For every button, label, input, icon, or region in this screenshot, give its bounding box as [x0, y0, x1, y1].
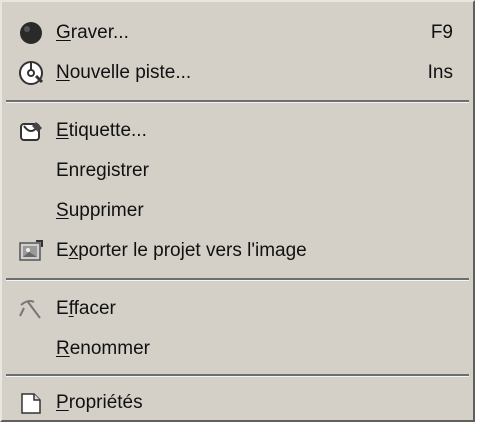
- menu-separator: [6, 278, 469, 281]
- menu-item-label: Graver...: [56, 22, 129, 43]
- menu-item-proprietes[interactable]: Propriétés: [8, 386, 467, 420]
- menu-item-enregistrer[interactable]: Enregistrer: [8, 154, 467, 188]
- menu-item-etiquette[interactable]: Etiquette...: [8, 114, 467, 148]
- menu-item-label: Effacer: [56, 298, 116, 319]
- menu-item-effacer[interactable]: Effacer: [8, 292, 467, 326]
- menu-separator: [6, 374, 469, 377]
- label-icon: [18, 118, 44, 144]
- burn-disc-icon: [18, 20, 44, 46]
- menu-item-exporter[interactable]: Exporter le projet vers l'image: [8, 234, 467, 268]
- menu-item-shortcut: F9: [430, 22, 453, 43]
- properties-icon: [18, 390, 44, 416]
- menu-item-label: Propriétés: [56, 392, 143, 413]
- export-image-icon: [18, 238, 44, 264]
- menu-item-label: Exporter le projet vers l'image: [56, 240, 307, 261]
- erase-icon: [18, 296, 44, 322]
- menu-item-supprimer[interactable]: Supprimer: [8, 194, 467, 228]
- menu-item-shortcut: Ins: [427, 62, 453, 83]
- new-track-icon: [18, 60, 44, 86]
- menu-item-label: Nouvelle piste...: [56, 62, 192, 83]
- menu-item-label: Enregistrer: [56, 160, 149, 181]
- menu-item-label: Renommer: [56, 338, 150, 359]
- menu-item-graver[interactable]: Graver... F9: [8, 16, 467, 50]
- menu-separator: [6, 100, 469, 103]
- menu-item-label: Etiquette...: [56, 120, 147, 141]
- menu-item-nouvelle-piste[interactable]: Nouvelle piste... Ins: [8, 56, 467, 90]
- menu-item-renommer[interactable]: Renommer: [8, 332, 467, 366]
- menu-item-label: Supprimer: [56, 200, 144, 221]
- context-menu: Graver... F9 Nouvelle piste... Ins Etiqu…: [0, 0, 475, 422]
